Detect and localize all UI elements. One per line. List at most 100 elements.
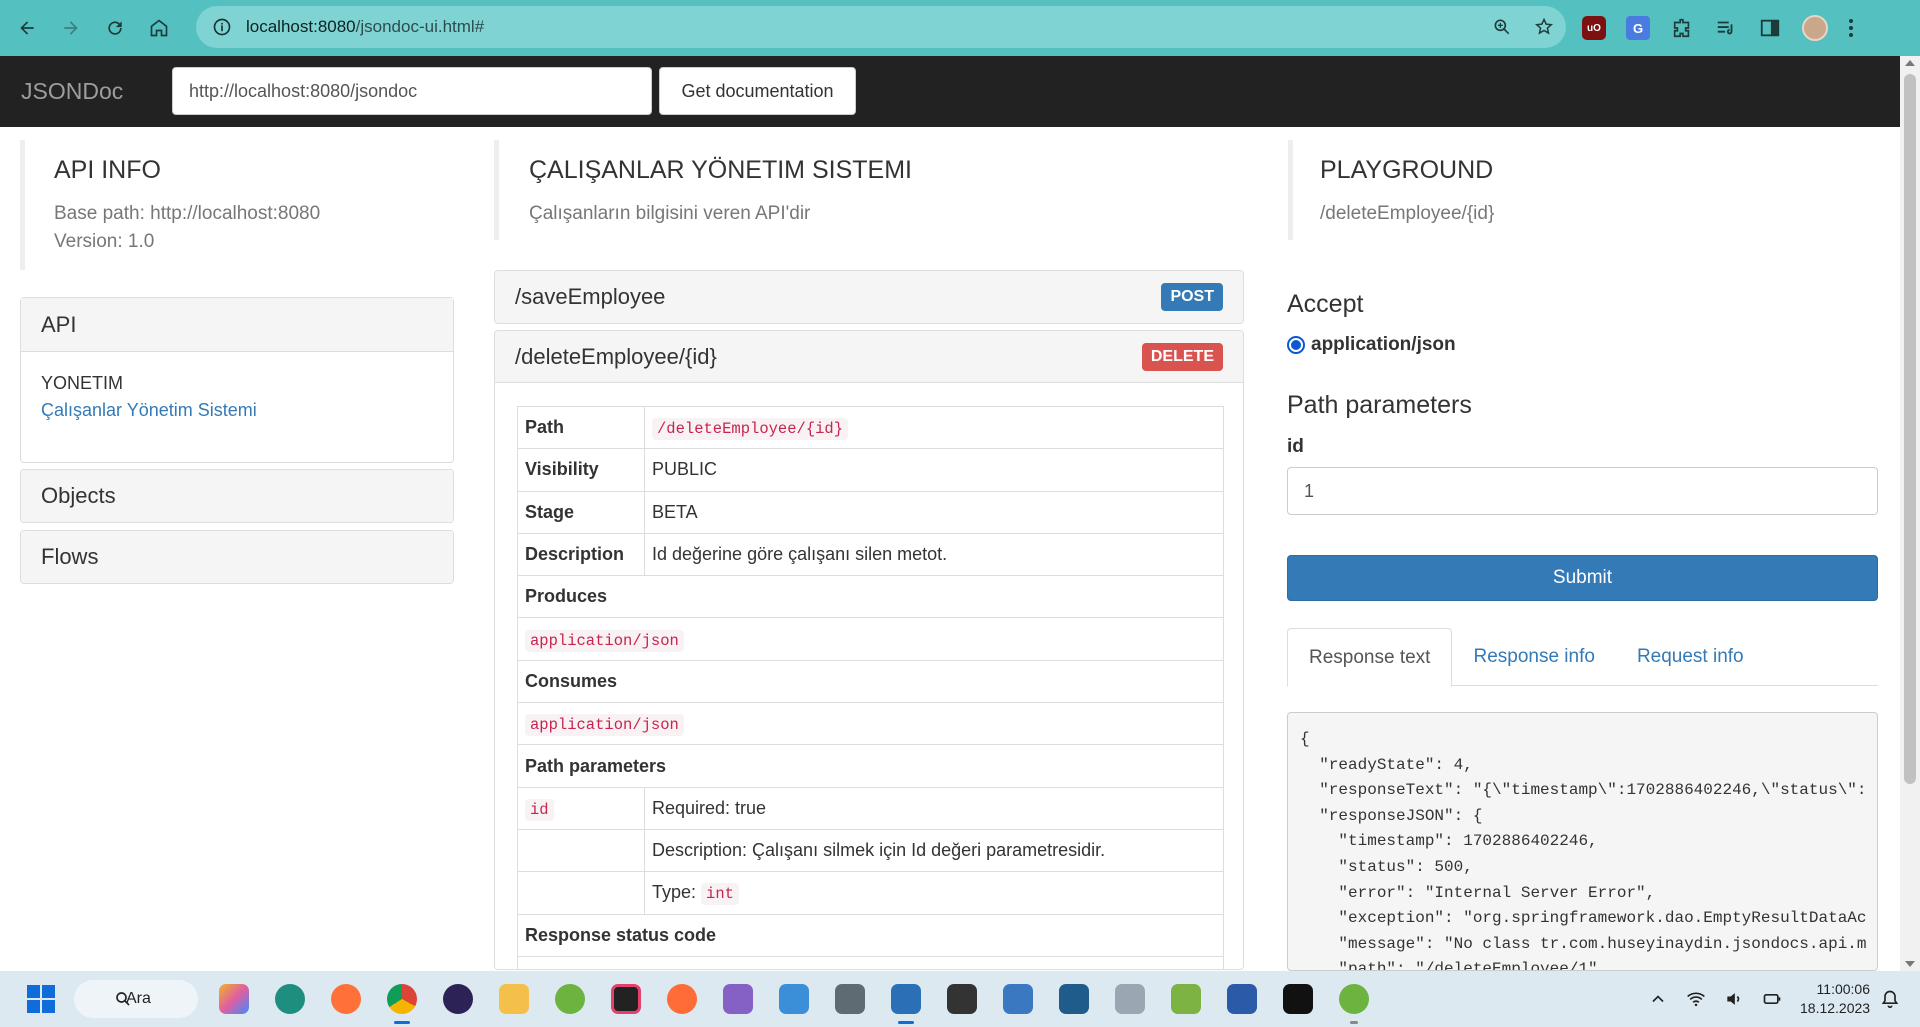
profile-avatar[interactable] bbox=[1802, 15, 1828, 41]
browser-toolbar: localhost:8080/jsondoc-ui.html# uO G bbox=[0, 0, 1920, 56]
browser-menu-icon[interactable] bbox=[1848, 19, 1854, 37]
visual-studio-app-icon[interactable] bbox=[718, 979, 758, 1019]
translate-extension-icon[interactable]: G bbox=[1626, 16, 1650, 40]
http-verb-badge: DELETE bbox=[1141, 342, 1223, 371]
method-path[interactable]: /deleteEmployee/{id} bbox=[515, 344, 717, 370]
page-scrollbar[interactable] bbox=[1900, 56, 1920, 971]
accept-option[interactable]: application/json bbox=[1287, 334, 1456, 356]
flows-panel-heading[interactable]: Flows bbox=[21, 531, 453, 583]
table-row: Description: Çalışanı silmek için Id değ… bbox=[517, 828, 1224, 873]
visibility-value: PUBLIC bbox=[644, 448, 1224, 492]
method-heading[interactable]: /saveEmployee POST bbox=[495, 271, 1243, 323]
doc-url-input[interactable] bbox=[172, 67, 652, 115]
visibility-label: Visibility bbox=[517, 448, 645, 492]
brand-logo[interactable]: JSONDoc bbox=[21, 78, 123, 105]
snipping-tool-app-icon[interactable] bbox=[886, 979, 926, 1024]
response-text-output[interactable]: { "readyState": 4, "responseText": "{\"t… bbox=[1287, 712, 1878, 971]
tab-response-text[interactable]: Response text bbox=[1287, 628, 1453, 687]
side-panel-icon[interactable] bbox=[1758, 16, 1782, 40]
zoom-icon[interactable] bbox=[1492, 17, 1512, 37]
url-host: localhost:8080 bbox=[246, 17, 356, 36]
system-tray bbox=[1648, 971, 1782, 1027]
table-row: Response status code bbox=[517, 913, 1224, 957]
submit-button[interactable]: Submit bbox=[1287, 555, 1878, 601]
database-app-icon[interactable] bbox=[1110, 979, 1150, 1019]
magnifier-app-icon[interactable] bbox=[998, 979, 1038, 1019]
firefox-app-icon[interactable] bbox=[326, 979, 366, 1019]
path-value: /deleteEmployee/{id} bbox=[652, 418, 849, 441]
param-required: Required: true bbox=[644, 786, 1224, 830]
tab-response-info[interactable]: Response info bbox=[1452, 628, 1615, 686]
flows-panel[interactable]: Flows bbox=[20, 530, 454, 584]
command-prompt-app-icon[interactable] bbox=[1278, 979, 1318, 1019]
app-navbar: JSONDoc Get documentation bbox=[0, 56, 1900, 127]
table-row: Produces bbox=[517, 575, 1224, 619]
method-heading[interactable]: /deleteEmployee/{id} DELETE bbox=[495, 331, 1243, 383]
api-group-link[interactable]: Çalışanlar Yönetim Sistemi bbox=[41, 400, 433, 421]
table-row bbox=[517, 955, 1224, 969]
media-playlist-icon[interactable] bbox=[1714, 16, 1738, 40]
accept-heading: Accept bbox=[1287, 290, 1364, 318]
address-url[interactable]: localhost:8080/jsondoc-ui.html# bbox=[246, 17, 484, 37]
produces-value: application/json bbox=[525, 629, 684, 652]
address-bar[interactable]: localhost:8080/jsondoc-ui.html# bbox=[196, 6, 1566, 48]
postman-app-icon[interactable] bbox=[662, 979, 702, 1019]
taskbar-search[interactable]: Ara bbox=[74, 980, 198, 1018]
playground-title: PLAYGROUND bbox=[1320, 156, 1494, 184]
api-panel: API YONETIM Çalışanlar Yönetim Sistemi bbox=[20, 297, 454, 463]
chrome-app-icon[interactable] bbox=[382, 979, 422, 1024]
wifi-icon[interactable] bbox=[1686, 989, 1706, 1009]
ublock-extension-icon[interactable]: uO bbox=[1582, 16, 1606, 40]
spring-boot-app-icon[interactable] bbox=[1334, 979, 1374, 1024]
id-input[interactable] bbox=[1287, 467, 1878, 515]
file-explorer-app-icon[interactable] bbox=[494, 979, 534, 1019]
taskbar-clock[interactable]: 11:00:06 18.12.2023 bbox=[1800, 980, 1870, 1018]
volume-icon[interactable] bbox=[1724, 989, 1744, 1009]
bookmark-star-icon[interactable] bbox=[1534, 17, 1554, 37]
forward-button[interactable] bbox=[49, 6, 93, 50]
http-verb-badge: POST bbox=[1161, 283, 1223, 311]
spring-tools-app-icon[interactable] bbox=[550, 979, 590, 1019]
photos-app-icon[interactable] bbox=[774, 979, 814, 1019]
extensions-puzzle-icon[interactable] bbox=[1670, 16, 1694, 40]
reload-button[interactable] bbox=[93, 6, 137, 50]
home-icon bbox=[150, 19, 168, 37]
notification-bell-icon[interactable] bbox=[1880, 989, 1900, 1009]
api-panel-heading[interactable]: API bbox=[21, 298, 453, 352]
table-row: application/json bbox=[517, 702, 1224, 746]
produces-label: Produces bbox=[517, 575, 1224, 619]
scroll-down-arrow-icon[interactable] bbox=[1905, 961, 1915, 967]
terminal-app-icon[interactable] bbox=[942, 979, 982, 1019]
param-type-label: Type: bbox=[652, 882, 697, 903]
method-path[interactable]: /saveEmployee bbox=[515, 284, 665, 310]
calculator-app-icon[interactable] bbox=[830, 979, 870, 1019]
mysql-workbench-app-icon[interactable] bbox=[1054, 979, 1094, 1019]
objects-panel[interactable]: Objects bbox=[20, 469, 454, 523]
powershell-app-icon[interactable] bbox=[1222, 979, 1262, 1019]
accept-radio[interactable] bbox=[1287, 336, 1305, 354]
table-row: Consumes bbox=[517, 659, 1224, 704]
windows-start-icon[interactable] bbox=[27, 985, 55, 1013]
home-button[interactable] bbox=[137, 6, 181, 50]
eclipse-app-icon[interactable] bbox=[438, 979, 478, 1019]
table-row: application/json bbox=[517, 617, 1224, 661]
get-documentation-button[interactable]: Get documentation bbox=[659, 67, 856, 115]
back-button[interactable] bbox=[5, 6, 49, 50]
copilot-app-icon[interactable] bbox=[214, 979, 254, 1019]
path-parameters-label: Path parameters bbox=[517, 744, 1224, 788]
site-info-icon[interactable] bbox=[212, 17, 232, 37]
edge-app-icon[interactable] bbox=[270, 979, 310, 1019]
objects-panel-heading[interactable]: Objects bbox=[21, 470, 453, 522]
scroll-up-arrow-icon[interactable] bbox=[1905, 60, 1915, 66]
tools-app-icon[interactable] bbox=[1166, 979, 1206, 1019]
intellij-app-icon[interactable] bbox=[606, 979, 646, 1019]
method-panel-save-employee[interactable]: /saveEmployee POST bbox=[494, 270, 1244, 324]
scrollbar-thumb[interactable] bbox=[1904, 74, 1916, 784]
tab-request-info[interactable]: Request info bbox=[1616, 628, 1765, 686]
api-info-section: API INFO Base path: http://localhost:808… bbox=[20, 140, 454, 270]
response-tabs: Response text Response info Request info bbox=[1287, 628, 1878, 687]
battery-icon[interactable] bbox=[1762, 989, 1782, 1009]
table-row: id Required: true bbox=[517, 786, 1224, 830]
chevron-up-icon[interactable] bbox=[1648, 989, 1668, 1009]
accept-option-label[interactable]: application/json bbox=[1311, 334, 1456, 356]
